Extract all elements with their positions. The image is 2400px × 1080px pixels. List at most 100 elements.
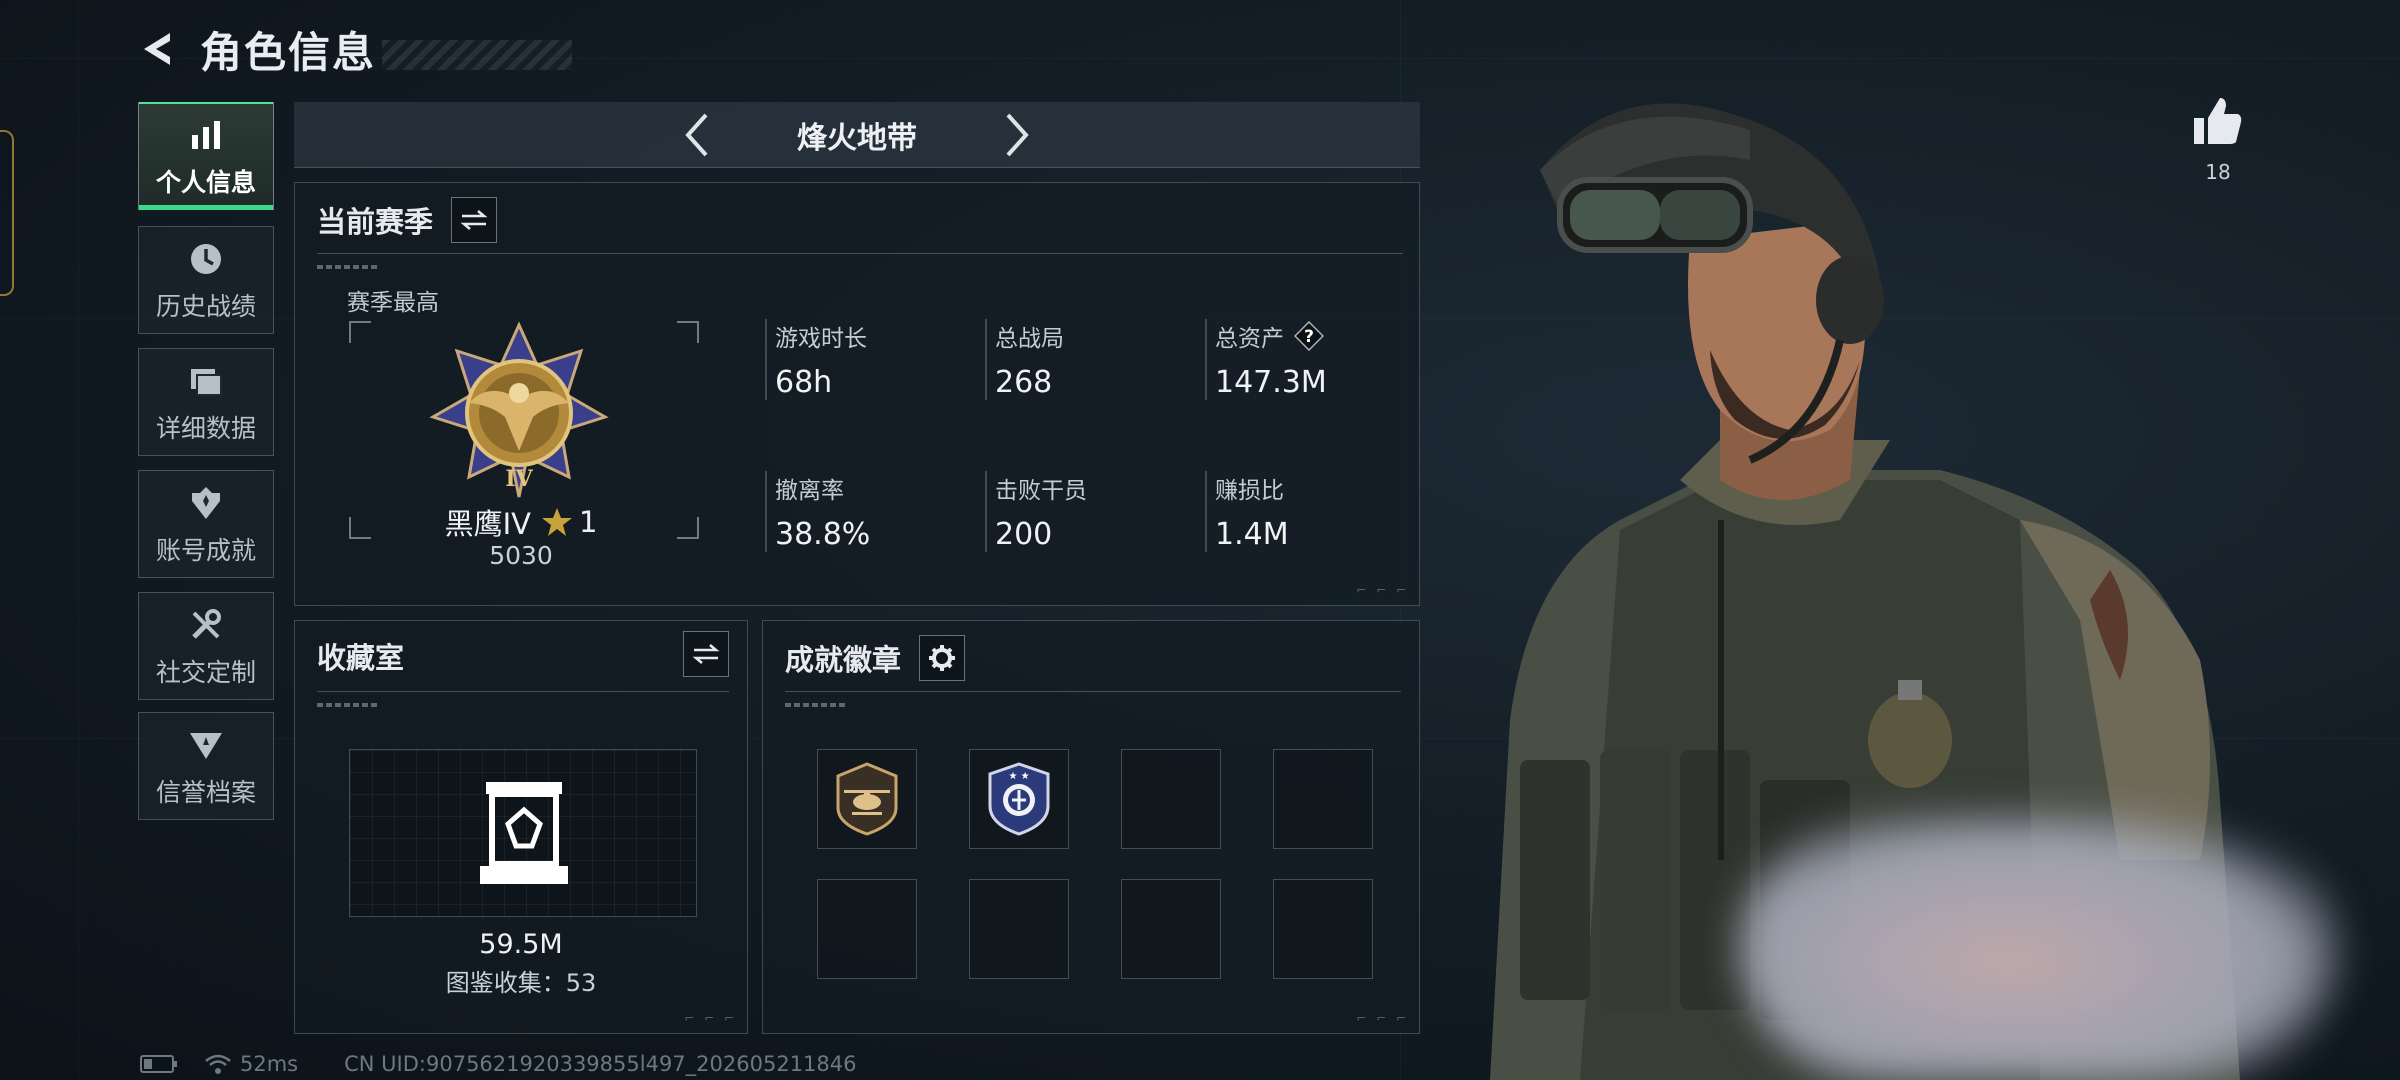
sidebar-item-detailed-data[interactable]: 详细数据 (138, 348, 274, 456)
badge-slot[interactable] (817, 749, 917, 849)
panel-title: 成就徽章 (785, 643, 902, 677)
side-drawer-handle[interactable] (0, 130, 14, 296)
badge-slot-empty[interactable] (1273, 879, 1373, 979)
uid-text: CN UID:9075621920339855l497_202605211846 (344, 1052, 857, 1076)
panel-decoration: ⌐ ⌐ ⌐ (1356, 583, 1409, 597)
page-header: 角色信息 (130, 18, 573, 80)
wifi-icon (205, 1054, 231, 1074)
sidebar-item-label: 账号成就 (155, 536, 256, 565)
stat-extract-rate: 撤离率 38.8% (765, 471, 965, 552)
stat-total-matches: 总战局 268 (985, 319, 1185, 400)
stat-label-row: 总资产 ? (1215, 319, 1405, 353)
gear-icon (929, 645, 956, 671)
documents-icon (184, 359, 228, 403)
svg-text:★ ★: ★ ★ (1008, 771, 1029, 782)
rank-name-row: 黑鹰IV 1 (295, 501, 747, 543)
sidebar-item-achievements[interactable]: 账号成就 (138, 470, 274, 578)
stat-label: 撤离率 (775, 478, 844, 504)
sidebar-item-personal-info[interactable]: 个人信息 (138, 102, 274, 210)
stat-value: 1.4M (1215, 517, 1289, 552)
panel-decoration: ⌐ ⌐ ⌐ (684, 1011, 737, 1025)
sidebar-item-reputation[interactable]: 信誉档案 (138, 712, 274, 820)
rank-score: 5030 (489, 541, 553, 570)
thumbs-up-icon (2194, 98, 2242, 144)
divider (317, 691, 729, 692)
divider (785, 691, 1401, 692)
svg-text:IV: IV (505, 466, 533, 492)
badge-slot-empty[interactable] (817, 879, 917, 979)
stat-label: 游戏时长 (775, 326, 867, 352)
question-icon[interactable]: ? (1294, 321, 1324, 351)
stat-profit-loss: 赚损比 1.4M (1205, 471, 1405, 552)
mode-name: 烽火地带 (797, 120, 917, 156)
panel-title: 当前赛季 (317, 205, 434, 239)
stat-value: 38.8% (775, 517, 871, 552)
badge-slot-empty[interactable] (1273, 749, 1373, 849)
stat-total-assets: 总资产 ? 147.3M (1205, 319, 1405, 400)
current-season-panel: 当前赛季 赛季最高 IV 黑鹰IV 1 5030 游戏时长 68h 总战局 26… (294, 182, 1420, 606)
panel-decoration (317, 703, 377, 707)
sidebar-item-label: 个人信息 (155, 168, 256, 197)
back-arrow-icon[interactable] (130, 21, 186, 77)
stat-label: 总资产 (1215, 326, 1284, 352)
collection-value: 59.5M (479, 929, 563, 960)
tools-icon (184, 603, 228, 647)
blurred-region (1740, 815, 2340, 1080)
mode-selector: 烽火地带 (294, 102, 1420, 168)
badge-slot[interactable]: ★ ★ (969, 749, 1069, 849)
panel-title: 收藏室 (317, 641, 405, 675)
achievement-badges-panel: 成就徽章 ★ ★ ⌐ ⌐ ⌐ (762, 620, 1420, 1034)
like-button[interactable] (2192, 96, 2244, 150)
svg-text:?: ? (1304, 327, 1314, 347)
divider (317, 253, 1403, 254)
helicopter-badge-icon (836, 762, 898, 836)
title-decoration (382, 40, 573, 70)
stat-value: 68h (775, 365, 833, 400)
stat-play-time: 游戏时长 68h (765, 319, 965, 400)
chevron-left-icon[interactable] (667, 105, 727, 165)
collection-count: 图鉴收集：53 (445, 969, 597, 997)
sidebar-item-social-custom[interactable]: 社交定制 (138, 592, 274, 700)
like-count: 18 (2205, 160, 2231, 184)
swap-season-button[interactable] (451, 197, 498, 243)
sidebar-item-label: 信誉档案 (155, 778, 256, 807)
bar-chart-icon (184, 113, 228, 157)
swap-collection-button[interactable] (683, 631, 729, 677)
collection-display (349, 749, 697, 917)
stat-value: 147.3M (1215, 365, 1327, 400)
stat-label: 总战局 (995, 326, 1064, 352)
stat-operators-defeated: 击败干员 200 (985, 471, 1185, 552)
badge-settings-button[interactable] (919, 635, 966, 681)
chevron-right-icon[interactable] (987, 105, 1047, 165)
sidebar-item-label: 社交定制 (155, 658, 256, 687)
stat-value: 200 (995, 517, 1053, 552)
stat-label: 击败干员 (995, 478, 1087, 504)
swap-icon (692, 644, 720, 664)
panel-decoration (317, 265, 377, 269)
police-shield-badge-icon: ★ ★ (988, 762, 1050, 836)
sidebar-item-label: 详细数据 (155, 414, 256, 443)
swap-icon (460, 210, 488, 230)
page-title: 角色信息 (200, 27, 377, 77)
season-best-label: 赛季最高 (347, 290, 439, 316)
badge-slot-empty[interactable] (969, 879, 1069, 979)
battery-icon (140, 1055, 178, 1073)
collection-panel[interactable]: 收藏室 59.5M 图鉴收集：53 ⌐ ⌐ ⌐ (294, 620, 748, 1034)
ping-value: 52ms (240, 1052, 299, 1076)
stat-label: 赚损比 (1215, 478, 1284, 504)
panel-decoration (785, 703, 845, 707)
history-clock-icon (184, 237, 228, 281)
achievement-icon (184, 481, 228, 525)
display-case-icon (480, 782, 568, 884)
badge-slot-empty[interactable] (1121, 749, 1221, 849)
panel-decoration: ⌐ ⌐ ⌐ (1356, 1011, 1409, 1025)
status-footer: 52ms CN UID:9075621920339855l497_2026052… (140, 1052, 883, 1076)
badge-slot-empty[interactable] (1121, 879, 1221, 979)
bg-grid-line (78, 0, 79, 1080)
reputation-icon (184, 723, 228, 767)
rank-badge-icon: IV (429, 321, 609, 501)
sidebar-item-history[interactable]: 历史战绩 (138, 226, 274, 334)
sidebar-item-label: 历史战绩 (155, 292, 256, 321)
rank-stars: 1 (578, 505, 598, 539)
stat-value: 268 (995, 365, 1053, 400)
